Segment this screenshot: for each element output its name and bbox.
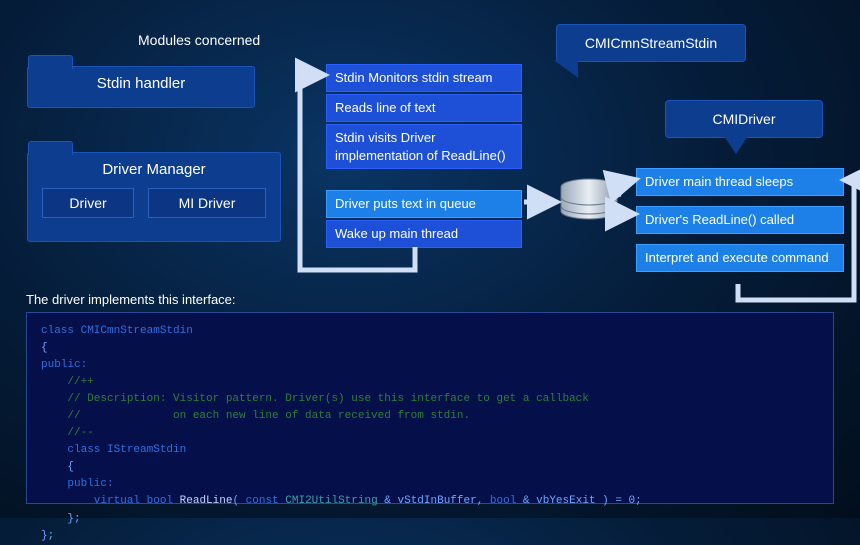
code-line: // Description: Visitor pattern. Driver(… (41, 393, 589, 405)
folder-tab-icon (28, 55, 73, 69)
code-line: //-- (41, 427, 94, 439)
box-readline-called: Driver's ReadLine() called (636, 206, 844, 234)
interface-label: The driver implements this interface: (26, 292, 236, 307)
box-interpret-execute: Interpret and execute command (636, 244, 844, 272)
code-panel: class CMICmnStreamStdin { public: //++ /… (26, 312, 834, 504)
code-line: // on each new line of data received fro… (41, 410, 470, 422)
database-icon (558, 178, 620, 226)
modules-concerned-label: Modules concerned (138, 32, 260, 48)
code-line: }; (41, 530, 54, 542)
folder-driver-manager-title: Driver Manager (38, 153, 270, 188)
folder-stdin-handler: Stdin handler (27, 66, 255, 108)
box-reads-line: Reads line of text (326, 94, 522, 122)
folder-driver-manager: Driver Manager Driver MI Driver (27, 152, 281, 242)
box-mi-driver: MI Driver (148, 188, 266, 218)
code-line: virtual bool ReadLine( const CMI2UtilStr… (41, 495, 642, 507)
code-line: public: (41, 359, 87, 371)
code-line: public: (41, 478, 114, 490)
box-puts-text-queue: Driver puts text in queue (326, 190, 522, 218)
callout-cmidriver: CMIDriver (665, 100, 823, 138)
code-line: class IStreamStdin (41, 444, 186, 456)
code-line: class CMICmnStreamStdin (41, 325, 193, 337)
box-wake-up-thread: Wake up main thread (326, 220, 522, 248)
code-line: //++ (41, 376, 94, 388)
callout-tail-icon (724, 136, 748, 154)
callout-tail-icon (554, 60, 591, 78)
folder-stdin-handler-title: Stdin handler (28, 67, 254, 102)
code-line: { (41, 461, 74, 473)
box-stdin-monitors: Stdin Monitors stdin stream (326, 64, 522, 92)
callout-cmicmnstreamstdin: CMICmnStreamStdin (556, 24, 746, 62)
box-stdin-visits: Stdin visits Driver implementation of Re… (326, 124, 522, 169)
folder-tab-icon (28, 141, 73, 155)
code-line: { (41, 342, 48, 354)
box-driver: Driver (42, 188, 134, 218)
box-main-thread-sleeps: Driver main thread sleeps (636, 168, 844, 196)
code-line: }; (41, 513, 81, 525)
